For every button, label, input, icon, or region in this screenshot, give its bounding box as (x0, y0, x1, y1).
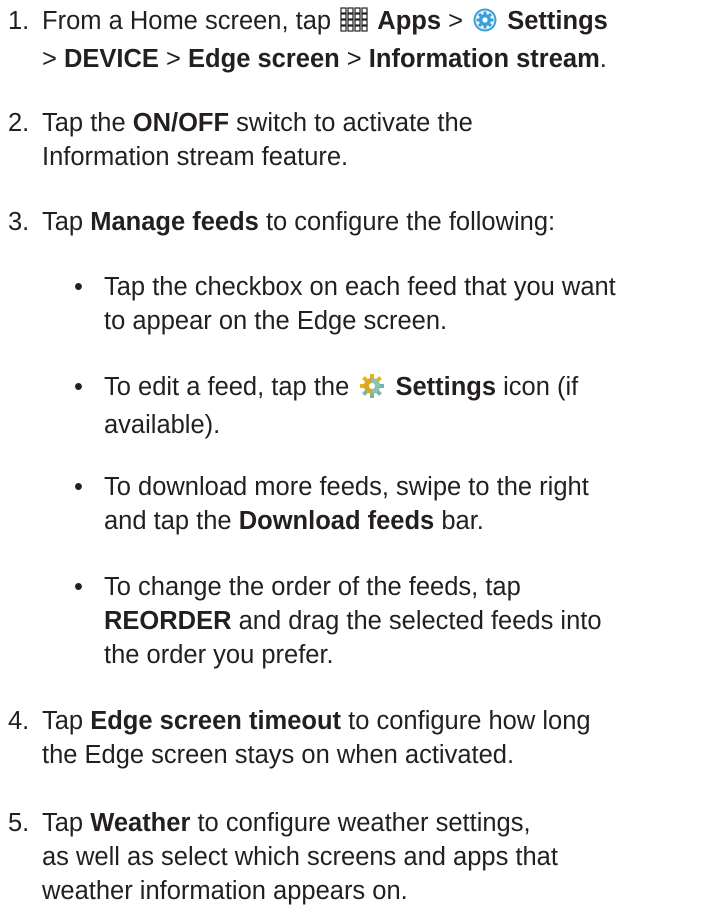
step-text: weather information appears on. (42, 877, 408, 905)
bullet-dot: • (74, 273, 83, 301)
step-2: 2. Tap the ON/OFF switch to activate the… (8, 106, 698, 174)
separator: > (448, 7, 464, 35)
settings-label: Settings (507, 7, 608, 35)
step-number: 2. (8, 109, 30, 137)
settings-label: Settings (395, 373, 497, 401)
edge-screen-label: Edge screen (188, 45, 340, 73)
step-5: 5. Tap Weather to configure weather sett… (8, 806, 698, 908)
information-stream-label: Information stream (368, 45, 600, 73)
bullet-item-3: • To download more feeds, swipe to the r… (74, 470, 694, 538)
bullet-text: bar. (441, 507, 484, 535)
apps-label: Apps (377, 7, 442, 35)
bullet-dot: • (74, 573, 83, 601)
bullet-dot: • (74, 473, 83, 501)
step-text: to configure the following: (265, 208, 556, 236)
manage-feeds-label: Manage feeds (90, 208, 259, 236)
step-text: switch to activate the (236, 109, 473, 137)
separator: > (346, 45, 362, 73)
step-text: the Edge screen stays on when activated. (42, 741, 515, 769)
bullet-text: To change the order of the feeds, tap (104, 573, 521, 601)
step-text: Tap (42, 208, 84, 236)
bullet-text: the order you prefer. (104, 641, 334, 669)
bullet-item-4: • To change the order of the feeds, tap … (74, 570, 694, 672)
bullet-text: to appear on the Edge screen. (104, 307, 448, 335)
bullet-text: and tap the (104, 507, 232, 535)
download-feeds-label: Download feeds (238, 507, 435, 535)
step-text: From a Home screen, tap (42, 7, 332, 35)
step-text: as well as select which screens and apps… (42, 843, 558, 871)
weather-label: Weather (90, 809, 191, 837)
step-number: 1. (8, 7, 30, 35)
step-text: Tap the (42, 109, 126, 137)
step-text: to configure how long (348, 707, 591, 735)
bullet-text: and drag the selected feeds into (238, 607, 602, 635)
step-1: 1. From a Home screen, tap Apps > Settin… (8, 4, 698, 76)
feed-settings-gear-icon (358, 373, 386, 408)
separator: > (42, 45, 57, 73)
step-text: to configure weather settings, (197, 809, 531, 837)
separator: > (166, 45, 181, 73)
bullet-dot: • (74, 373, 83, 401)
edge-screen-timeout-label: Edge screen timeout (90, 707, 342, 735)
reorder-label: REORDER (104, 607, 232, 635)
step-3: 3. Tap Manage feeds to configure the fol… (8, 205, 698, 239)
on-off-label: ON/OFF (132, 109, 230, 137)
step-4: 4. Tap Edge screen timeout to configure … (8, 704, 698, 772)
step-text: Tap (42, 809, 84, 837)
step-number: 5. (8, 809, 30, 837)
bullet-text: To edit a feed, tap the (104, 373, 350, 401)
bullet-item-2: • To edit a feed, tap the Settings icon … (74, 370, 694, 442)
device-label: DEVICE (64, 45, 159, 73)
bullet-text: Tap the checkbox on each feed that you w… (104, 273, 616, 301)
step-number: 4. (8, 707, 30, 735)
settings-gear-icon (472, 7, 498, 42)
instruction-page: 1. From a Home screen, tap Apps > Settin… (0, 0, 704, 905)
bullet-item-1: • Tap the checkbox on each feed that you… (74, 270, 694, 338)
apps-grid-icon (340, 7, 368, 42)
period: . (599, 45, 607, 73)
step-number: 3. (8, 208, 30, 236)
step-text: Tap (42, 707, 84, 735)
bullet-text: To download more feeds, swipe to the rig… (104, 473, 589, 501)
bullet-text: available). (104, 411, 221, 439)
bullet-text: icon (if (503, 373, 579, 401)
step-text: Information stream feature. (42, 143, 349, 171)
